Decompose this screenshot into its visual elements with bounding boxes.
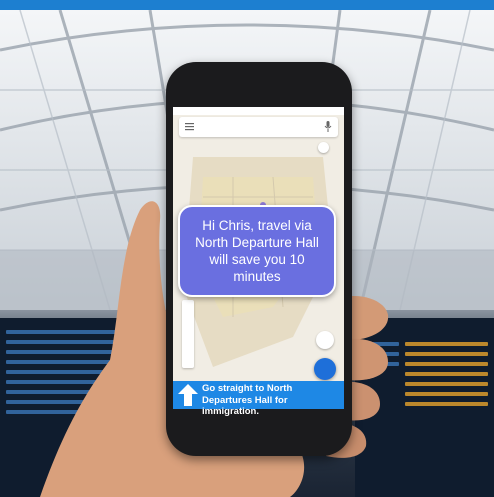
my-location-icon[interactable] xyxy=(316,331,334,349)
compass-icon[interactable] xyxy=(318,142,329,153)
airport-scene: Hi Chris, travel via North Departure Hal… xyxy=(0,0,494,497)
menu-icon[interactable] xyxy=(185,122,194,131)
top-accent-bar xyxy=(0,0,494,10)
navigation-instruction: Go straight to North Departures Hall for… xyxy=(202,383,293,417)
message-text: Hi Chris, travel via North Departure Hal… xyxy=(195,218,319,284)
status-bar xyxy=(173,107,344,115)
navigation-fab-icon[interactable] xyxy=(314,358,336,380)
mic-icon[interactable] xyxy=(324,121,332,132)
floor-selector[interactable] xyxy=(182,300,194,368)
map-search-bar[interactable] xyxy=(179,117,338,137)
message-bubble: Hi Chris, travel via North Departure Hal… xyxy=(178,205,336,297)
straight-arrow-icon xyxy=(178,384,198,406)
